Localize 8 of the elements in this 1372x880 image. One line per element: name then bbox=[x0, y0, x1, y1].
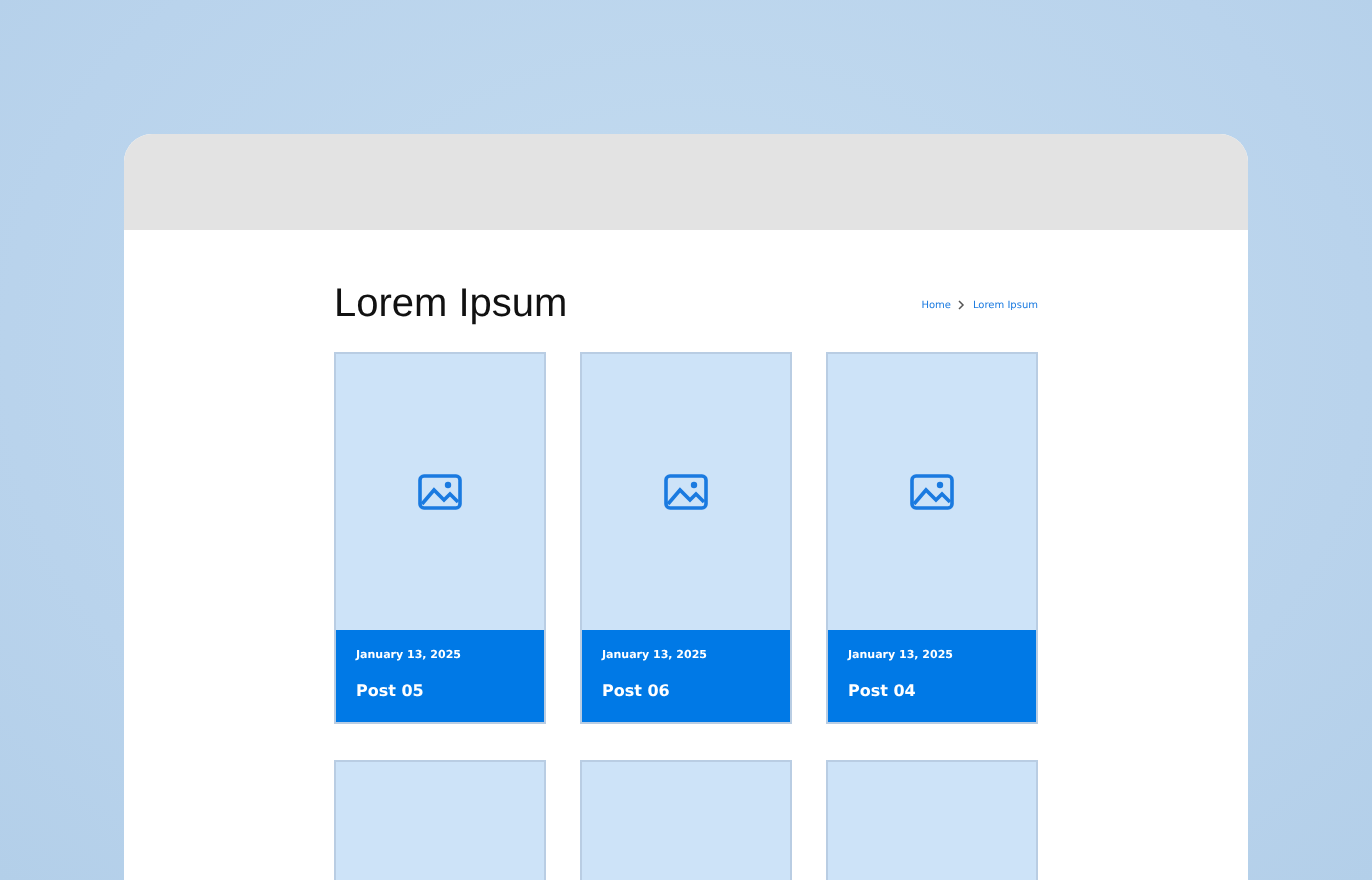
image-icon bbox=[418, 474, 462, 510]
post-title: Post 04 bbox=[848, 682, 918, 700]
image-icon bbox=[910, 474, 954, 510]
image-icon bbox=[664, 474, 708, 510]
page-title: Lorem Ipsum bbox=[334, 282, 568, 328]
post-title: Post 06 bbox=[602, 682, 672, 700]
chevron-icon bbox=[956, 300, 967, 310]
post-title: Post 05 bbox=[356, 682, 426, 700]
